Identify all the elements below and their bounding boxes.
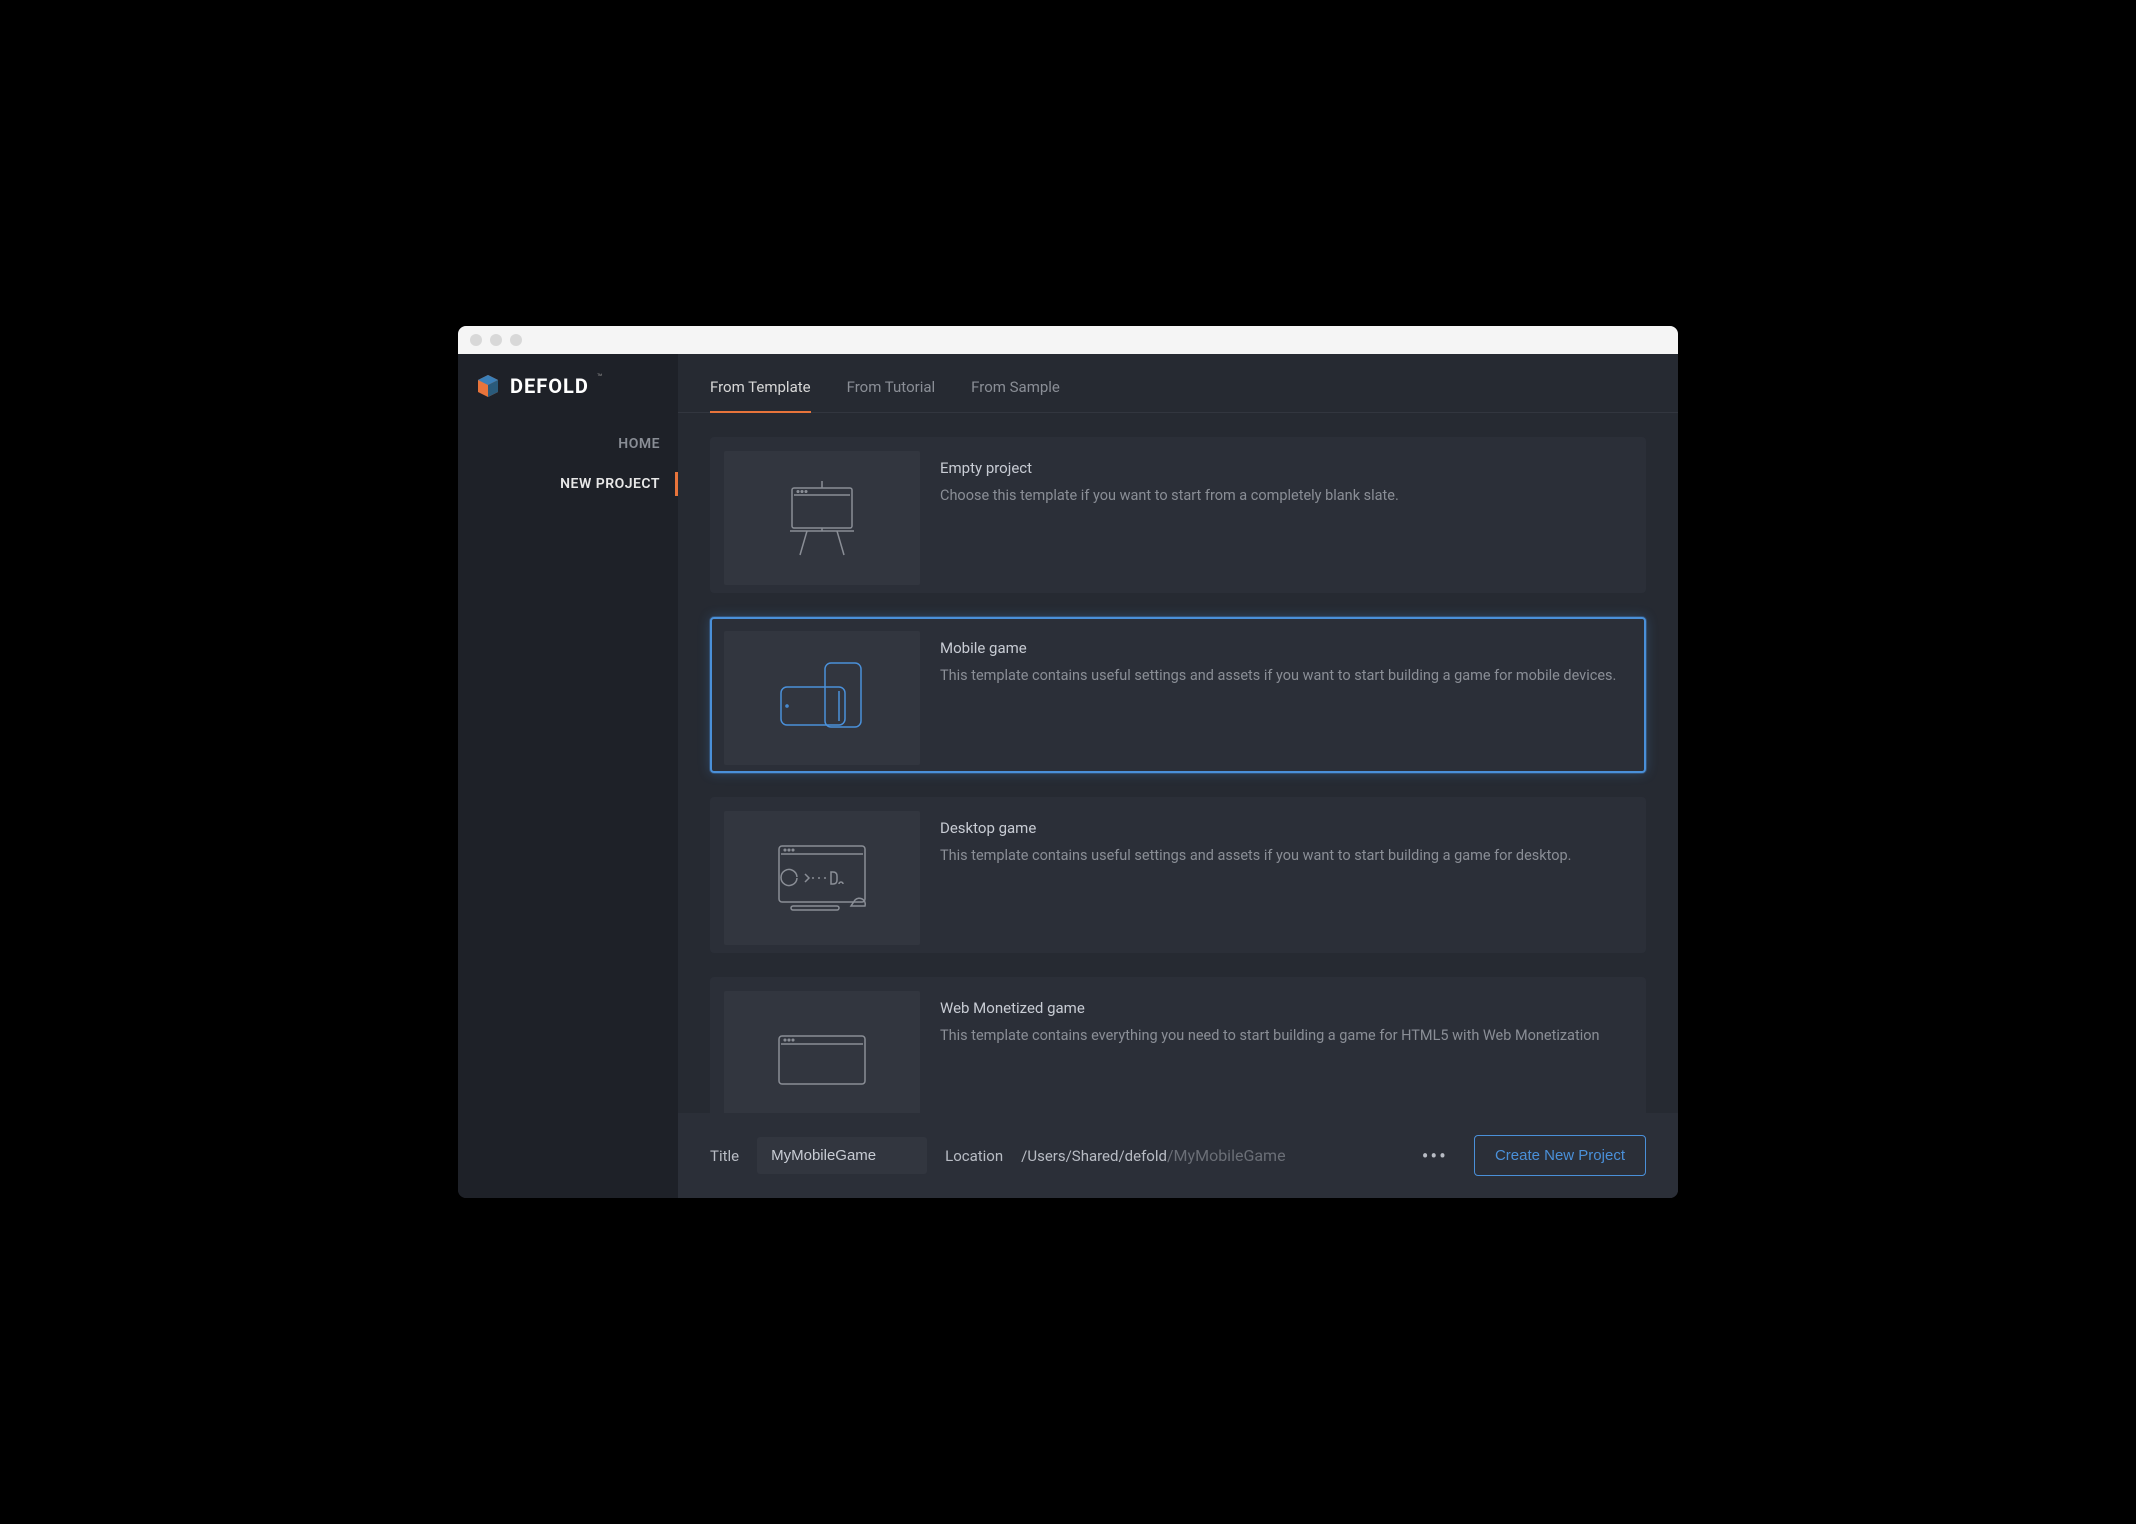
close-window-button[interactable]	[470, 334, 482, 346]
web-icon	[724, 991, 920, 1113]
tab-from-sample[interactable]: From Sample	[971, 378, 1060, 412]
sidebar-item-home[interactable]: HOME	[458, 424, 678, 464]
template-card-mobile-game[interactable]: Mobile game This template contains useful…	[710, 617, 1646, 773]
template-title: Mobile game	[940, 639, 1632, 657]
title-input[interactable]	[757, 1137, 927, 1174]
app-window: DEFOLD ™ HOMENEW PROJECT From TemplateFr…	[458, 326, 1678, 1198]
title-label: Title	[710, 1147, 739, 1165]
logo-text: DEFOLD	[510, 374, 589, 398]
template-card-empty-project[interactable]: Empty project Choose this template if you…	[710, 437, 1646, 593]
template-info: Web Monetized game This template contains…	[940, 991, 1632, 1113]
logo-trademark: ™	[597, 373, 603, 383]
logo: DEFOLD ™	[458, 372, 678, 424]
tabs: From Template From Tutorial From Sample	[678, 354, 1678, 413]
location-path: /Users/Shared/defold/MyMobileGame	[1021, 1146, 1285, 1165]
sidebar: DEFOLD ™ HOMENEW PROJECT	[458, 354, 678, 1198]
template-info: Mobile game This template contains useful…	[940, 631, 1632, 759]
footer-bar: Title Location /Users/Shared/defold/MyMo…	[678, 1113, 1678, 1198]
app-body: DEFOLD ™ HOMENEW PROJECT From TemplateFr…	[458, 354, 1678, 1198]
template-title: Web Monetized game	[940, 999, 1632, 1017]
template-description: This template contains everything you ne…	[940, 1025, 1632, 1047]
easel-icon	[724, 451, 920, 585]
template-info: Desktop game This template contains usefu…	[940, 811, 1632, 939]
template-description: This template contains useful settings a…	[940, 845, 1632, 867]
template-title: Desktop game	[940, 819, 1632, 837]
tab-from-tutorial[interactable]: From Tutorial	[847, 378, 936, 412]
template-card-web-monetized-game[interactable]: Web Monetized game This template contains…	[710, 977, 1646, 1113]
mobile-icon	[724, 631, 920, 765]
sidebar-item-new-project[interactable]: NEW PROJECT	[458, 464, 678, 504]
location-label: Location	[945, 1147, 1003, 1165]
titlebar	[458, 326, 1678, 354]
location-suffix: /MyMobileGame	[1167, 1146, 1286, 1165]
template-info: Empty project Choose this template if you…	[940, 451, 1632, 579]
template-description: This template contains useful settings a…	[940, 665, 1632, 687]
more-button[interactable]: •••	[1414, 1140, 1456, 1172]
template-description: Choose this template if you want to star…	[940, 485, 1632, 507]
tab-from-template[interactable]: From Template	[710, 378, 811, 412]
main-content: From Template From Tutorial From Sample Em…	[678, 354, 1678, 1198]
template-list[interactable]: Empty project Choose this template if you…	[678, 413, 1678, 1113]
logo-icon	[474, 372, 502, 400]
template-card-desktop-game[interactable]: Desktop game This template contains usefu…	[710, 797, 1646, 953]
sidebar-nav: HOMENEW PROJECT	[458, 424, 678, 504]
desktop-icon	[724, 811, 920, 945]
maximize-window-button[interactable]	[510, 334, 522, 346]
create-new-project-button[interactable]: Create New Project	[1474, 1135, 1646, 1176]
location-base: /Users/Shared/defold	[1021, 1147, 1167, 1165]
minimize-window-button[interactable]	[490, 334, 502, 346]
template-title: Empty project	[940, 459, 1632, 477]
